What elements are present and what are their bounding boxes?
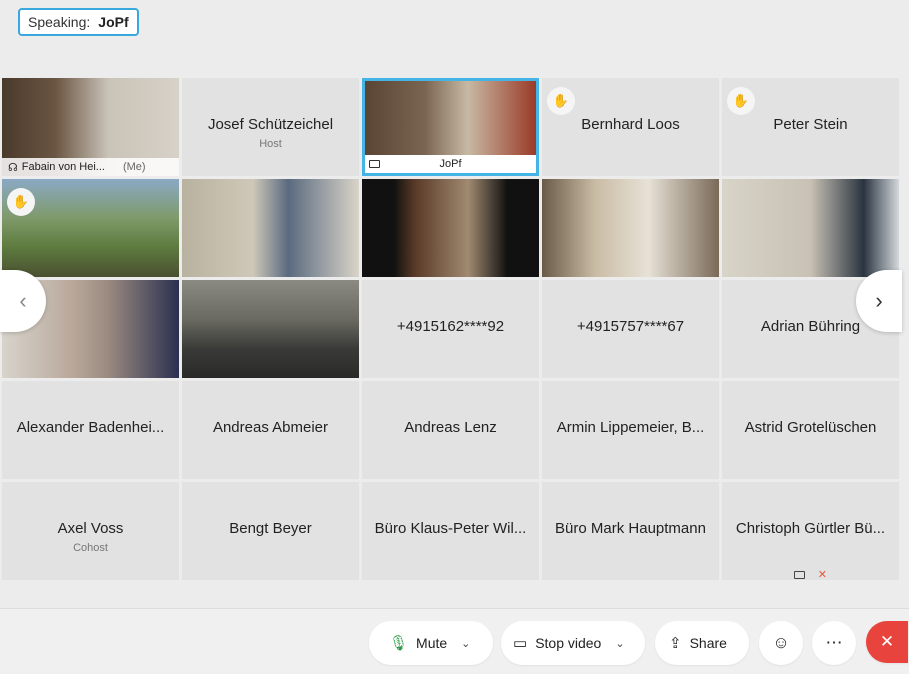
participant-name: Josef Schützeichel — [207, 116, 334, 133]
stop-video-button[interactable]: ▭ Stop video ⌄ — [501, 621, 645, 665]
raised-hand-icon: ✋ — [7, 188, 35, 216]
me-tag: (Me) — [122, 161, 146, 173]
raised-hand-icon: ✋ — [547, 87, 575, 115]
participant-tile[interactable]: ✋ Peter Stein — [722, 78, 899, 176]
chevron-down-icon[interactable]: ⌄ — [461, 637, 470, 650]
reactions-button[interactable]: ☺ — [759, 621, 803, 665]
participant-name: +4915162****92 — [396, 318, 505, 335]
microphone-icon: 🎙 — [389, 635, 409, 652]
raised-hand-icon: ✋ — [727, 87, 755, 115]
participant-tile-video[interactable] — [182, 280, 359, 378]
participant-name: Christoph Gürtler Bü... — [735, 520, 886, 537]
active-speaker-label-bar: JoPf — [365, 155, 536, 173]
close-icon: ✕ — [879, 632, 895, 651]
participant-name: +4915757****67 — [576, 318, 685, 335]
participant-role: Host — [259, 138, 282, 150]
participant-tile[interactable]: Bengt Beyer — [182, 482, 359, 580]
speaking-name: JoPf — [98, 14, 129, 30]
participant-name: Bengt Beyer — [229, 520, 312, 537]
participant-tile-video[interactable] — [182, 179, 359, 277]
participant-tile[interactable]: +4915757****67 — [542, 280, 719, 378]
share-icon: ⇪ — [669, 635, 682, 652]
camera-off-icon — [794, 570, 805, 579]
participant-status-icons: ✕ — [722, 568, 899, 580]
participant-tile-video[interactable] — [722, 179, 899, 277]
video-camera-icon: ▭ — [513, 635, 528, 652]
speaking-label: Speaking: — [28, 14, 91, 30]
participant-name: Fabain von Hei... — [21, 161, 105, 173]
self-label-bar: ☊ Fabain von Hei... (Me) — [2, 158, 179, 176]
participant-tile-active-speaker[interactable]: JoPf — [362, 78, 539, 176]
mute-label: Mute — [416, 635, 448, 651]
participant-tile[interactable]: Josef Schützeichel Host — [182, 78, 359, 176]
more-options-button[interactable]: ⋯ — [812, 621, 856, 665]
participant-name: Andreas Lenz — [404, 419, 497, 436]
participant-tile[interactable]: Büro Mark Hauptmann — [542, 482, 719, 580]
participant-tile[interactable]: ✋ Bernhard Loos — [542, 78, 719, 176]
end-call-button[interactable]: ✕ — [866, 621, 908, 663]
participant-tile[interactable]: +4915162****92 — [362, 280, 539, 378]
chevron-down-icon[interactable]: ⌄ — [615, 637, 624, 650]
headset-icon: ☊ — [8, 161, 18, 174]
participant-name: Andreas Abmeier — [212, 419, 329, 436]
emoji-icon: ☺ — [772, 633, 790, 652]
participant-tile-self[interactable]: ☊ Fabain von Hei... (Me) — [2, 78, 179, 176]
participant-name: Armin Lippemeier, B... — [556, 419, 705, 436]
speaking-indicator: Speaking: JoPf — [18, 8, 139, 36]
participant-name: Peter Stein — [773, 116, 848, 133]
share-label: Share — [689, 635, 727, 651]
participant-grid: ☊ Fabain von Hei... (Me) Josef Schützeic… — [2, 78, 900, 581]
participant-role: Cohost — [73, 542, 108, 554]
more-icon: ⋯ — [825, 633, 843, 652]
participant-tile[interactable]: Christoph Gürtler Bü... ✕ — [722, 482, 899, 580]
participant-name: Alexander Badenhei... — [16, 419, 165, 436]
participant-tile-video[interactable] — [542, 179, 719, 277]
participant-tile[interactable]: Andreas Abmeier — [182, 381, 359, 479]
participant-tile[interactable]: Andreas Lenz — [362, 381, 539, 479]
participant-name: Axel Voss — [57, 520, 124, 537]
participant-name: JoPf — [439, 158, 462, 170]
camera-icon — [369, 160, 380, 168]
participant-tile[interactable]: Büro Klaus-Peter Wil... — [362, 482, 539, 580]
participant-name: Bernhard Loos — [581, 116, 680, 133]
participant-name: Astrid Grotelüschen — [744, 419, 877, 436]
mute-button[interactable]: 🎙 Mute ⌄ — [369, 621, 493, 665]
participant-tile-video[interactable]: ✋ — [2, 179, 179, 277]
share-button[interactable]: ⇪ Share — [655, 621, 749, 665]
stop-video-label: Stop video — [535, 635, 602, 651]
participant-name: Büro Klaus-Peter Wil... — [374, 520, 527, 537]
participant-tile-video[interactable] — [362, 179, 539, 277]
participant-tile[interactable]: Axel Voss Cohost — [2, 482, 179, 580]
participant-tile[interactable]: Armin Lippemeier, B... — [542, 381, 719, 479]
muted-mic-icon: ✕ — [817, 569, 827, 580]
participant-tile[interactable]: Astrid Grotelüschen — [722, 381, 899, 479]
participant-name: Büro Mark Hauptmann — [555, 520, 706, 537]
participant-tile[interactable]: Alexander Badenhei... — [2, 381, 179, 479]
